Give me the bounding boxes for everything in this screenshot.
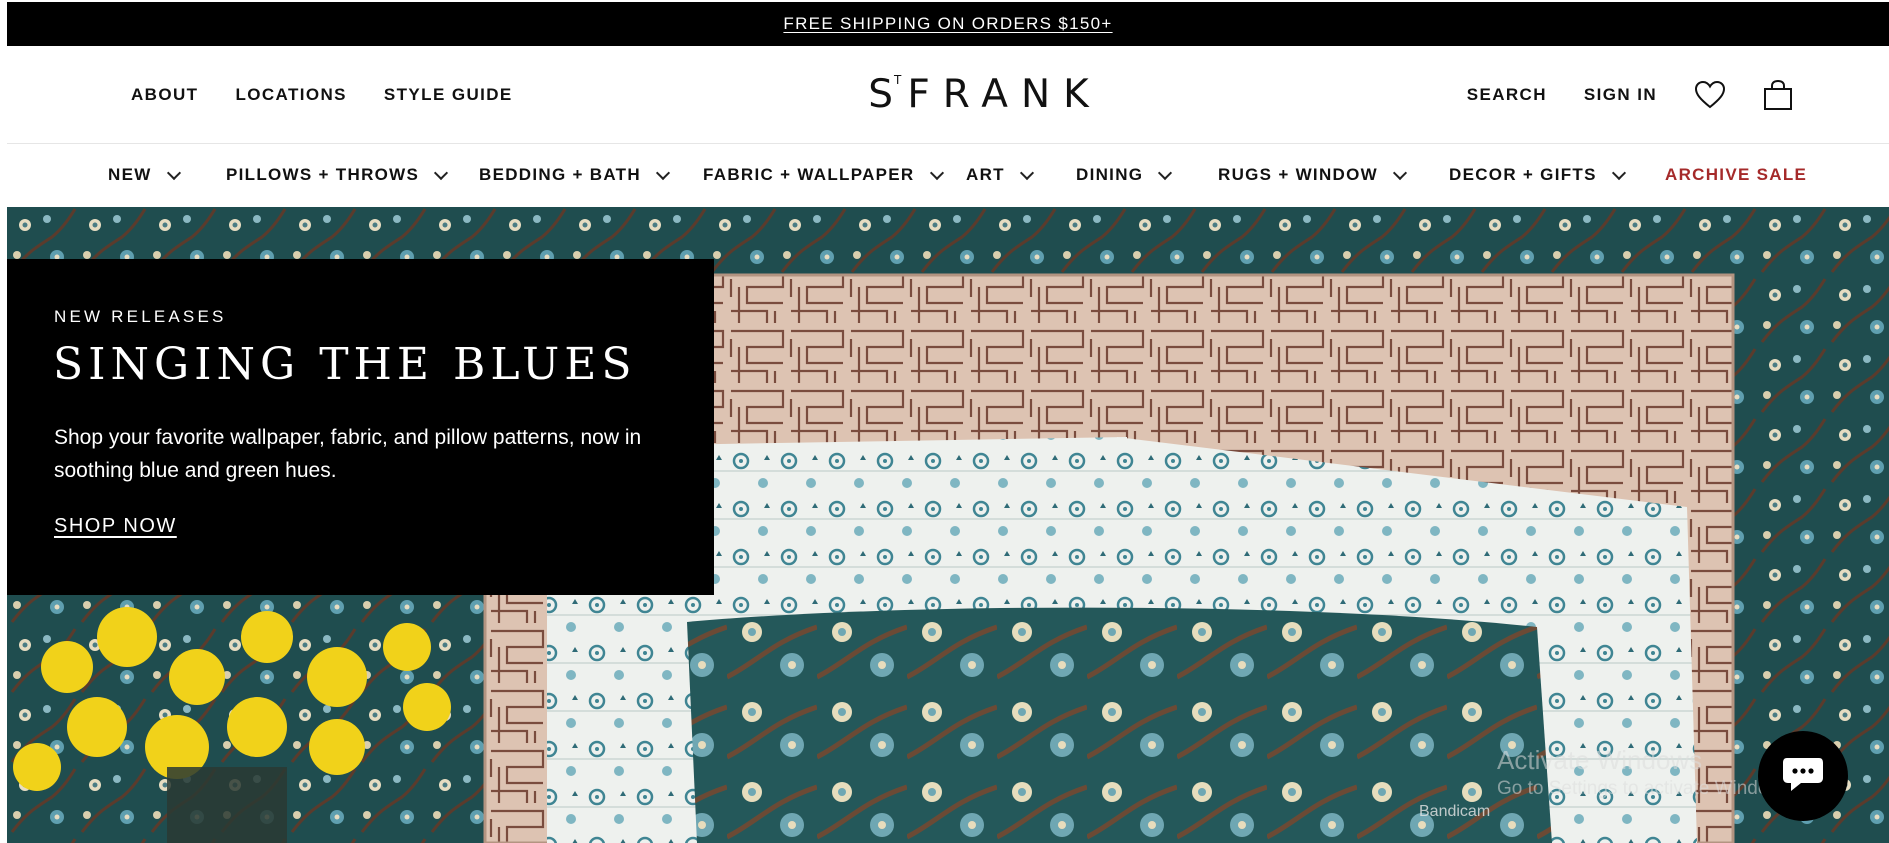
chevron-down-icon [1158, 165, 1173, 180]
utility-nav-right: SEARCH SIGN IN [1467, 46, 1793, 143]
chevron-down-icon [929, 165, 944, 180]
chevron-down-icon [166, 165, 181, 180]
category-nav: NEW PILLOWS + THROWS BEDDING + BATH FABR… [7, 144, 1889, 206]
logo-prefix: ST [868, 71, 907, 117]
heart-icon[interactable] [1694, 80, 1726, 110]
style-guide-link[interactable]: STYLE GUIDE [384, 85, 513, 105]
shopping-bag-icon[interactable] [1763, 79, 1793, 111]
hero-eyebrow: NEW RELEASES [54, 307, 227, 326]
hero-description: Shop your favorite wallpaper, fabric, an… [54, 426, 642, 482]
chevron-down-icon [1019, 165, 1034, 180]
logo-wordmark: FRANK [907, 71, 1102, 117]
nav-decor-gifts[interactable]: DECOR + GIFTS [1449, 144, 1626, 206]
chat-bubble-icon [1781, 754, 1825, 799]
nav-pillows-throws[interactable]: PILLOWS + THROWS [226, 144, 449, 206]
sign-in-link[interactable]: SIGN IN [1584, 85, 1657, 105]
hero-banner[interactable]: NEW RELEASES SINGING THE BLUES Shop your… [7, 207, 1889, 843]
chevron-down-icon [1611, 165, 1626, 180]
page: FREE SHIPPING ON ORDERS $150+ ABOUT LOCA… [7, 2, 1889, 843]
hero-promo-card: NEW RELEASES SINGING THE BLUES Shop your… [7, 259, 714, 595]
windows-activation-watermark: Activate Windows Go to Settings to activ… [1497, 745, 1797, 799]
site-logo[interactable]: S T FRANK [842, 71, 1128, 117]
free-shipping-link[interactable]: FREE SHIPPING ON ORDERS $150+ [783, 14, 1112, 34]
nav-dining[interactable]: DINING [1076, 144, 1173, 206]
chevron-down-icon [655, 165, 670, 180]
search-link[interactable]: SEARCH [1467, 85, 1547, 105]
nav-art[interactable]: ART [966, 144, 1034, 206]
chat-button[interactable] [1758, 731, 1848, 821]
about-link[interactable]: ABOUT [131, 85, 198, 105]
nav-archive-sale[interactable]: ARCHIVE SALE [1665, 144, 1807, 206]
utility-nav-left: ABOUT LOCATIONS STYLE GUIDE [131, 46, 513, 143]
nav-fabric-wallpaper[interactable]: FABRIC + WALLPAPER [703, 144, 944, 206]
nav-new[interactable]: NEW [108, 144, 181, 206]
site-header: ABOUT LOCATIONS STYLE GUIDE S T FRANK SEAR… [7, 46, 1889, 144]
chevron-down-icon [1392, 165, 1408, 180]
chevron-down-icon [434, 165, 449, 180]
locations-link[interactable]: LOCATIONS [235, 85, 346, 105]
hero-headline: SINGING THE BLUES [53, 339, 637, 390]
recorder-watermark: Bandicam [1419, 803, 1491, 820]
announcement-bar: FREE SHIPPING ON ORDERS $150+ [7, 2, 1889, 46]
shop-now-link[interactable]: SHOP NOW [54, 515, 177, 538]
nav-rugs-window[interactable]: RUGS + WINDOW [1218, 144, 1408, 206]
nav-bedding-bath[interactable]: BEDDING + BATH [479, 144, 670, 206]
